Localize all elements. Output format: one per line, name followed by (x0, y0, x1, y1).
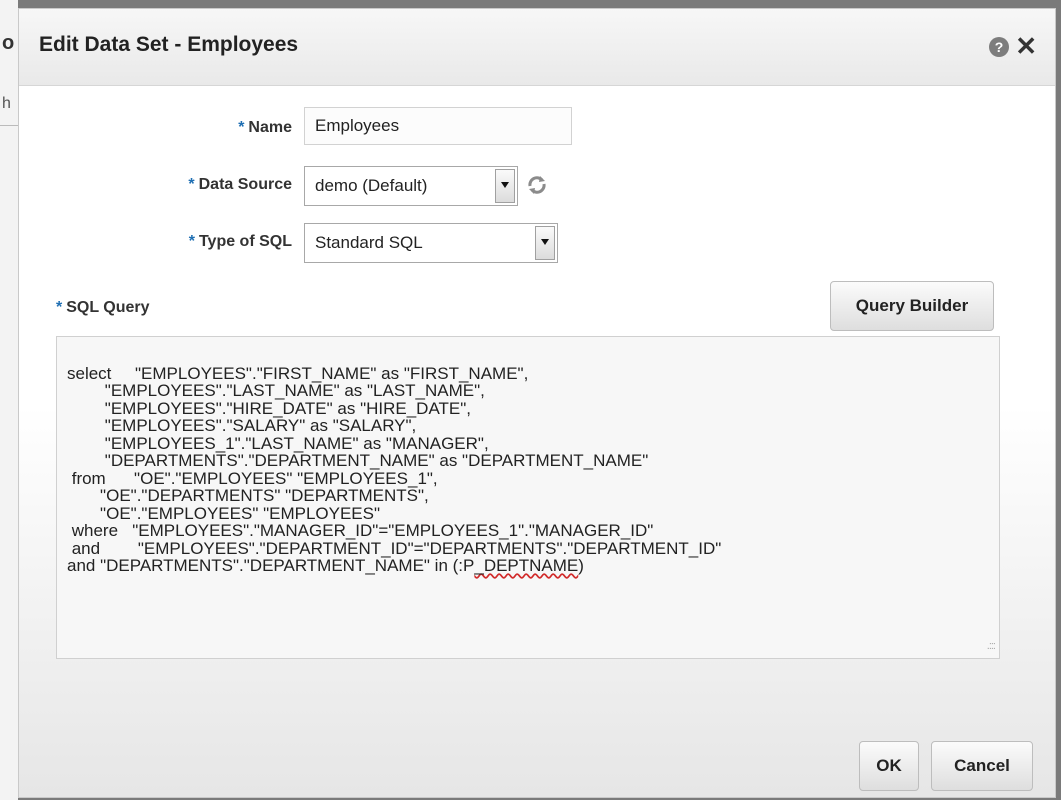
sql-line: "EMPLOYEES"."SALARY" as "SALARY", (67, 416, 417, 435)
sql-line: "OE"."EMPLOYEES" "EMPLOYEES" (67, 503, 381, 523)
sql-query-label-text: SQL Query (66, 299, 150, 316)
chevron-down-icon[interactable] (495, 169, 515, 203)
background-page: o h (0, 0, 18, 800)
type-of-sql-select[interactable]: Standard SQL (304, 223, 558, 263)
data-source-select[interactable]: demo (Default) (304, 166, 518, 206)
sql-query-label: * SQL Query (56, 299, 150, 317)
data-source-value: demo (Default) (315, 176, 428, 195)
sql-line: "EMPLOYEES"."LAST_NAME" as "LAST_NAME", (67, 381, 485, 400)
resize-grip-icon[interactable]: .::: (987, 638, 996, 656)
edit-data-set-dialog: Edit Data Set - Employees ? ✕ *Name *Dat… (18, 8, 1056, 798)
data-source-label: * Data Source (129, 176, 292, 194)
sql-line: "EMPLOYEES_1"."LAST_NAME" as "MANAGER", (67, 433, 489, 453)
cancel-button[interactable]: Cancel (931, 741, 1033, 791)
sql-line: from "OE"."EMPLOYEES" "EMPLOYEES_1", (67, 468, 438, 488)
name-input[interactable] (304, 107, 572, 145)
name-label-text: Name (248, 119, 292, 136)
sql-line: where "EMPLOYEES"."MANAGER_ID"="EMPLOYEE… (67, 521, 654, 540)
sql-line-last: and "DEPARTMENTS"."DEPARTMENT_NAME" in (… (67, 556, 584, 575)
dialog-header: Edit Data Set - Employees ? ✕ (19, 9, 1055, 86)
spellcheck-flagged-text: _DEPTNAME (474, 556, 579, 575)
ok-button[interactable]: OK (859, 741, 919, 791)
sql-text: ) (578, 556, 584, 575)
dialog-title: Edit Data Set - Employees (39, 33, 299, 56)
chevron-down-icon[interactable] (535, 226, 555, 260)
data-source-label-text: Data Source (198, 176, 292, 193)
sql-line: and "EMPLOYEES"."DEPARTMENT_ID"="DEPARTM… (67, 538, 722, 558)
background-text: o (2, 32, 15, 54)
sql-text: and "DEPARTMENTS"."DEPARTMENT_NAME" in (… (67, 556, 475, 575)
type-of-sql-label-text: Type of SQL (198, 233, 292, 250)
background-text: h (2, 95, 11, 112)
type-of-sql-value: Standard SQL (315, 233, 423, 252)
name-label: * Name (189, 119, 292, 137)
refresh-icon[interactable] (524, 172, 550, 198)
type-of-sql-label: * Type of SQL (129, 233, 292, 251)
sql-query-textarea[interactable]: select "EMPLOYEES"."FIRST_NAME" as "FIRS… (56, 336, 1000, 659)
help-icon[interactable]: ? (989, 37, 1009, 57)
query-builder-button[interactable]: Query Builder (830, 281, 994, 331)
required-marker: * (56, 299, 63, 316)
sql-line: "DEPARTMENTS"."DEPARTMENT_NAME" as "DEPA… (67, 451, 649, 470)
sql-line: select "EMPLOYEES"."FIRST_NAME" as "FIRS… (67, 363, 529, 383)
sql-line: "OE"."DEPARTMENTS" "DEPARTMENTS", (67, 486, 429, 505)
sql-line: "EMPLOYEES"."HIRE_DATE" as "HIRE_DATE", (67, 398, 472, 418)
close-icon[interactable]: ✕ (1015, 31, 1037, 62)
background-divider (0, 125, 18, 126)
required-marker: * (238, 119, 245, 136)
required-marker: * (188, 176, 195, 193)
required-marker: * (188, 233, 195, 250)
